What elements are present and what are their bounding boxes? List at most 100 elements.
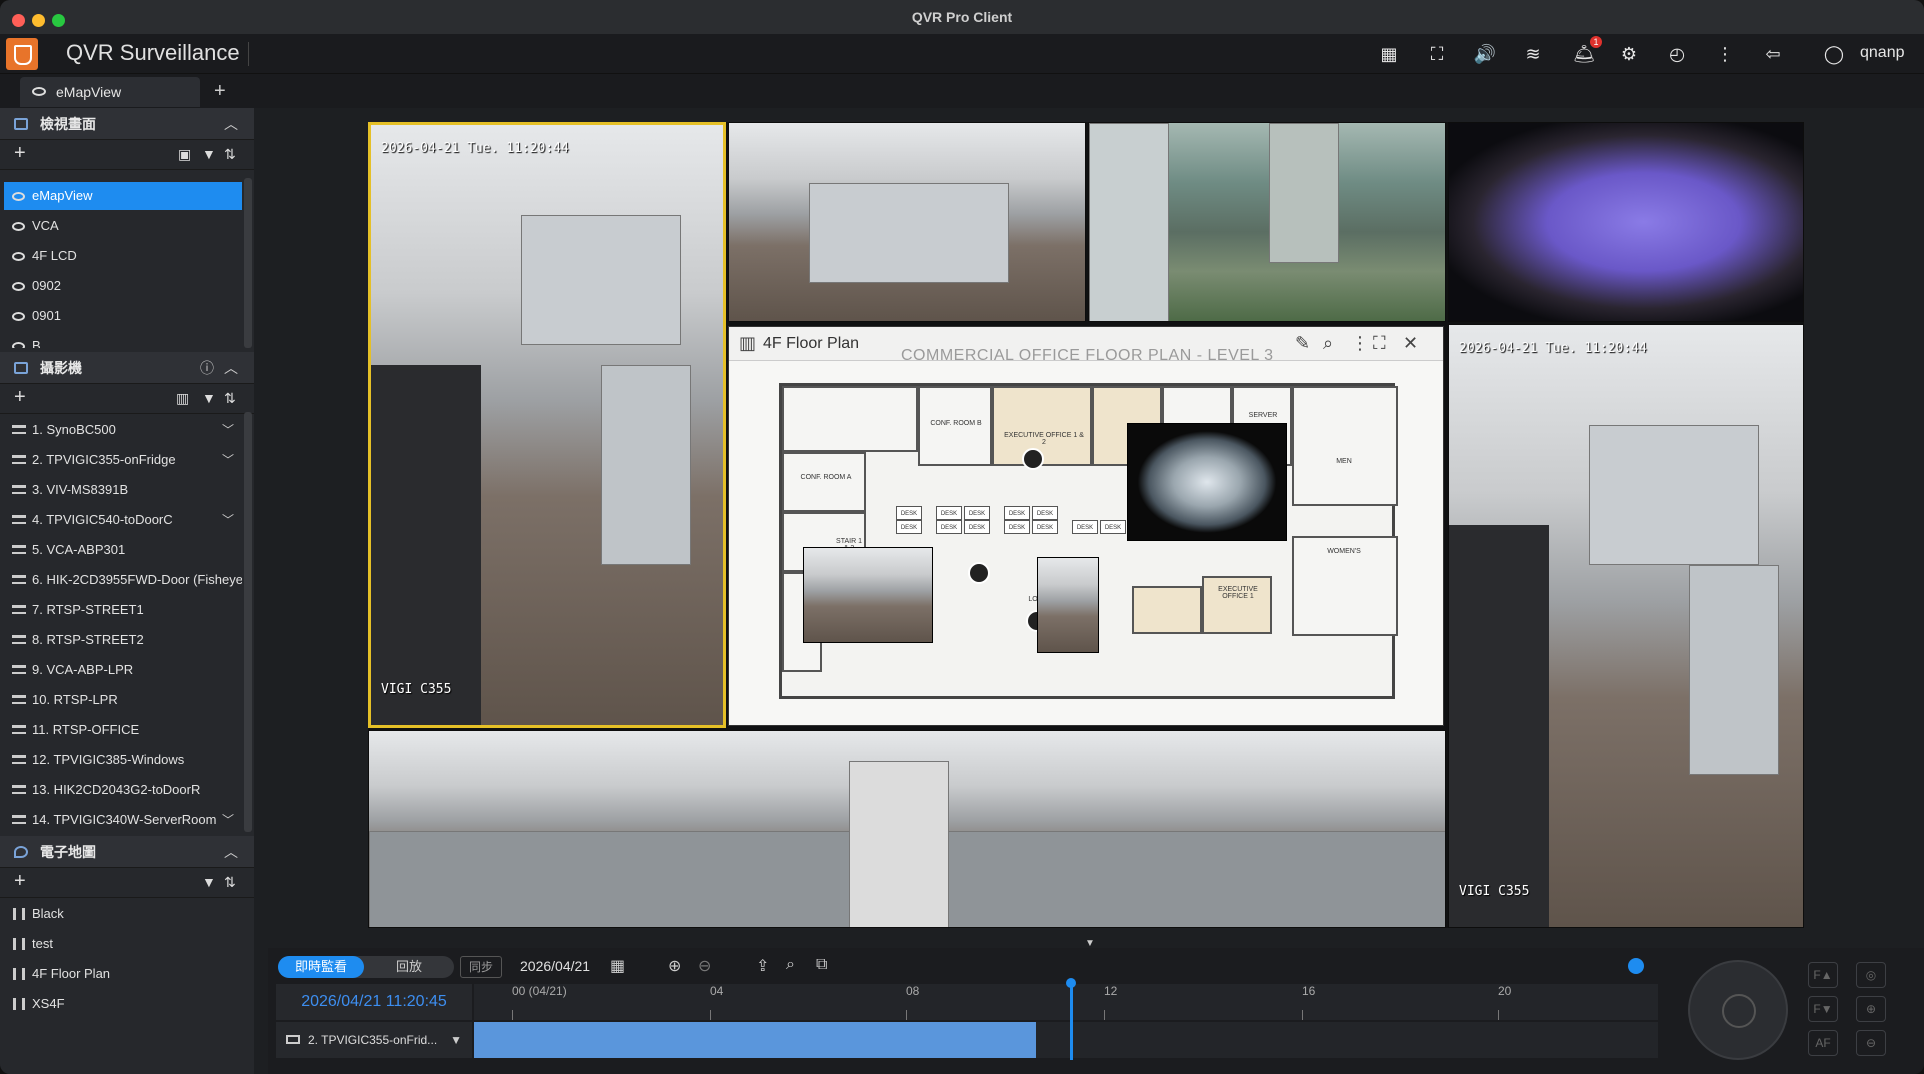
- cameras-scrollbar[interactable]: [244, 412, 252, 832]
- sort-icon[interactable]: ⇅: [224, 146, 236, 163]
- filter-icon[interactable]: ▼: [202, 874, 216, 890]
- camera-item[interactable]: 8. RTSP-STREET2: [4, 626, 242, 654]
- clock-icon[interactable]: ◴: [1665, 42, 1689, 66]
- ptz-focus-button[interactable]: F▲: [1808, 962, 1838, 988]
- zoom-out-icon[interactable]: ⊖: [698, 956, 711, 976]
- video-cell-3[interactable]: [1088, 122, 1446, 322]
- video-cell-5[interactable]: 2026-04-21 Tue. 11:20:44 VIGI C355: [1448, 324, 1804, 928]
- camera-item[interactable]: 4. TPVIGIC540-toDoorC ﹀: [4, 506, 242, 534]
- view-item-4f-lcd[interactable]: 4F LCD: [4, 242, 242, 270]
- search-icon[interactable]: ⌕: [786, 956, 795, 974]
- export-icon[interactable]: ⇪: [756, 956, 769, 976]
- globe-icon[interactable]: [1628, 958, 1644, 974]
- camera-item[interactable]: 9. VCA-ABP-LPR: [4, 656, 242, 684]
- camera-item[interactable]: 14. TPVIGIC340W-ServerRoom ﹀: [4, 806, 242, 834]
- ptz-autofocus-button[interactable]: AF: [1808, 1030, 1838, 1056]
- ptz-preset-button[interactable]: ◎: [1856, 962, 1886, 988]
- filter-icon[interactable]: ▼: [202, 390, 216, 406]
- filter-icon[interactable]: ▼: [202, 146, 216, 162]
- add-camera-button[interactable]: +: [14, 386, 26, 409]
- camera-marker-icon[interactable]: [1022, 448, 1044, 470]
- ptz-joystick[interactable]: [1688, 960, 1788, 1060]
- more-menu-icon[interactable]: ⋮: [1713, 42, 1737, 66]
- minimize-window-button[interactable]: [32, 14, 45, 27]
- camera-item[interactable]: 5. VCA-ABP301: [4, 536, 242, 564]
- chevron-down-icon[interactable]: ﹀: [222, 806, 234, 834]
- camera-item[interactable]: 11. RTSP-OFFICE: [4, 716, 242, 744]
- camera-item[interactable]: 12. TPVIGIC385-Windows: [4, 746, 242, 774]
- settings-gear-icon[interactable]: ⚙: [1617, 42, 1641, 66]
- chevron-down-icon[interactable]: ﹀: [222, 446, 234, 474]
- emap-item[interactable]: test: [4, 930, 242, 958]
- add-tab-button[interactable]: +: [214, 80, 226, 103]
- camera-item[interactable]: 10. RTSP-LPR: [4, 686, 242, 714]
- recorded-segment[interactable]: [474, 1022, 1037, 1058]
- view-item-emapview[interactable]: eMapView: [4, 182, 242, 210]
- video-cell-6[interactable]: [368, 730, 1446, 928]
- chevron-up-icon[interactable]: ︿: [224, 108, 238, 140]
- layout-icon[interactable]: ▥: [176, 390, 189, 407]
- ptz-zoom-button[interactable]: ⊕: [1856, 996, 1886, 1022]
- video-cell-1[interactable]: 2026-04-21 Tue. 11:20:44 VIGI C355: [368, 122, 726, 728]
- playhead[interactable]: [1070, 982, 1073, 1060]
- ptz-focus-down-button[interactable]: F▼: [1808, 996, 1838, 1022]
- close-icon[interactable]: ✕: [1403, 333, 1418, 354]
- camera-item[interactable]: 3. VIV-MS8391B: [4, 476, 242, 504]
- playback-mode-button[interactable]: 回放: [364, 956, 454, 978]
- chevron-down-icon[interactable]: ﹀: [222, 506, 234, 534]
- grid-layout-icon[interactable]: ▦: [1377, 42, 1401, 66]
- ptz-center[interactable]: [1722, 994, 1756, 1028]
- cameras-section-header[interactable]: 攝影機 ⓘ ︿: [0, 352, 254, 384]
- view-item-0901[interactable]: 0901: [4, 302, 242, 330]
- fullscreen-icon[interactable]: ⛶: [1425, 42, 1449, 66]
- more-icon[interactable]: ⋮: [1351, 333, 1369, 354]
- add-view-button[interactable]: +: [14, 142, 26, 165]
- collapse-panel-icon[interactable]: ▼: [1085, 938, 1095, 949]
- zoom-window-button[interactable]: [52, 14, 65, 27]
- video-cell-2[interactable]: [728, 122, 1086, 322]
- info-icon[interactable]: ⓘ: [200, 352, 214, 384]
- layout-icon[interactable]: ▣: [178, 146, 191, 163]
- camera-item[interactable]: 2. TPVIGIC355-onFridge ﹀: [4, 446, 242, 474]
- view-item-0902[interactable]: 0902: [4, 272, 242, 300]
- view-item-vca[interactable]: VCA: [4, 212, 242, 240]
- filter-icon[interactable]: ▼: [450, 1022, 462, 1058]
- views-scrollbar[interactable]: [244, 178, 252, 348]
- recording-track[interactable]: [474, 1022, 1658, 1058]
- add-emap-button[interactable]: +: [14, 870, 26, 893]
- emap-item[interactable]: Black: [4, 900, 242, 928]
- sort-icon[interactable]: ⇅: [224, 874, 236, 891]
- maximize-icon[interactable]: ⛶: [1373, 333, 1386, 354]
- live-mode-button[interactable]: 即時監看: [278, 956, 364, 978]
- close-window-button[interactable]: [12, 14, 25, 27]
- tab-emapview[interactable]: eMapView: [20, 77, 200, 107]
- volume-icon[interactable]: 🔊: [1473, 42, 1497, 66]
- chevron-up-icon[interactable]: ︿: [224, 836, 238, 868]
- camera-item[interactable]: 1. SynoBC500 ﹀: [4, 416, 242, 444]
- zoom-icon[interactable]: ⌕: [1323, 333, 1333, 354]
- fisheye-camera-popup[interactable]: [1127, 423, 1287, 541]
- sort-icon[interactable]: ⇅: [224, 390, 236, 407]
- emap-section-header[interactable]: 電子地圖 ︿: [0, 836, 254, 868]
- username[interactable]: qnanp: [1860, 44, 1905, 62]
- playhead-handle[interactable]: [1066, 978, 1076, 988]
- sync-button[interactable]: 同步: [460, 956, 502, 978]
- emap-item[interactable]: XS4F: [4, 990, 242, 1018]
- time-ruler[interactable]: 00 (04/21) 04 08 12 16 20: [474, 984, 1658, 1020]
- camera-item[interactable]: 13. HIK2CD2043G2-toDoorR: [4, 776, 242, 804]
- views-section-header[interactable]: 檢視畫面 ︿: [0, 108, 254, 140]
- edit-icon[interactable]: ✎: [1295, 333, 1310, 354]
- bookmark-icon[interactable]: ⧉: [816, 956, 827, 974]
- camera-thumbnail[interactable]: [803, 547, 933, 643]
- user-avatar-icon[interactable]: ◯: [1822, 42, 1846, 66]
- camera-thumbnail[interactable]: [1037, 557, 1099, 653]
- chevron-up-icon[interactable]: ︿: [224, 352, 238, 384]
- calendar-icon[interactable]: ▦: [610, 956, 625, 976]
- timeline-camera-row[interactable]: 2. TPVIGIC355-onFrid... ▼: [276, 1022, 472, 1058]
- view-item-b[interactable]: B: [4, 332, 242, 348]
- zoom-in-icon[interactable]: ⊕: [668, 956, 681, 976]
- logout-icon[interactable]: ⇦: [1761, 42, 1785, 66]
- layers-icon[interactable]: ≋: [1521, 42, 1545, 66]
- camera-item[interactable]: 7. RTSP-STREET1: [4, 596, 242, 624]
- chevron-down-icon[interactable]: ﹀: [222, 416, 234, 444]
